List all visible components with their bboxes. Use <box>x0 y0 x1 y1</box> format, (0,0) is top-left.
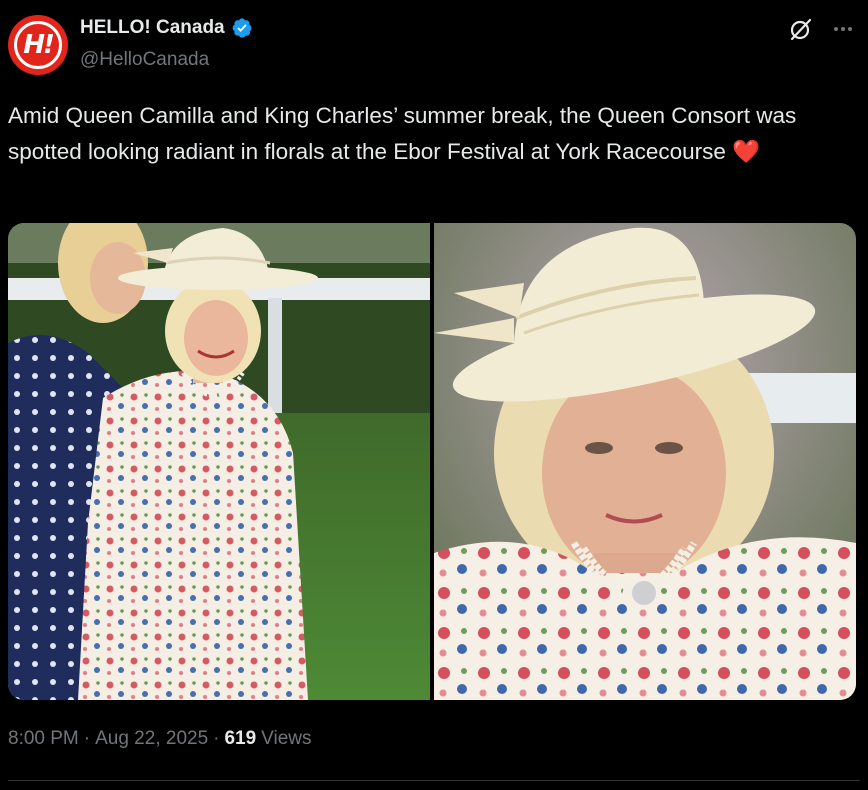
avatar-logo-text: H! <box>23 30 55 60</box>
separator: · <box>83 728 91 749</box>
display-name[interactable]: HELLO! Canada <box>80 17 225 39</box>
handle[interactable]: @HelloCanada <box>80 49 209 71</box>
tweet-text: Amid Queen Camilla and King Charles’ sum… <box>8 98 860 170</box>
views-count[interactable]: 619 <box>224 728 256 750</box>
post-date[interactable]: Aug 22, 2025 <box>95 728 208 750</box>
views-label[interactable]: Views <box>261 728 311 750</box>
more-options-icon[interactable] <box>830 16 856 42</box>
separator: · <box>213 728 220 749</box>
verified-badge-icon[interactable] <box>231 17 253 39</box>
heart-emoji: ❤️ <box>732 139 761 164</box>
dot <box>834 27 838 31</box>
dot <box>848 27 852 31</box>
photo-right-image <box>434 223 856 700</box>
media-grid <box>8 223 856 700</box>
photo-right[interactable] <box>434 223 856 700</box>
dot <box>841 27 845 31</box>
tweet-meta: 8:00 PM · Aug 22, 2025 · 619 Views <box>8 728 312 750</box>
avatar[interactable]: H! <box>8 15 68 75</box>
tweet-header: H! HELLO! Canada @HelloCanada <box>0 0 868 90</box>
photo-left-image <box>8 223 430 700</box>
grok-icon[interactable] <box>788 16 814 42</box>
post-time[interactable]: 8:00 PM <box>8 728 79 750</box>
photo-left[interactable] <box>8 223 430 700</box>
divider <box>8 780 860 781</box>
tweet-body: Amid Queen Camilla and King Charles’ sum… <box>8 103 797 164</box>
name-row: HELLO! Canada <box>80 17 253 39</box>
avatar-logo-ring: H! <box>14 21 62 69</box>
